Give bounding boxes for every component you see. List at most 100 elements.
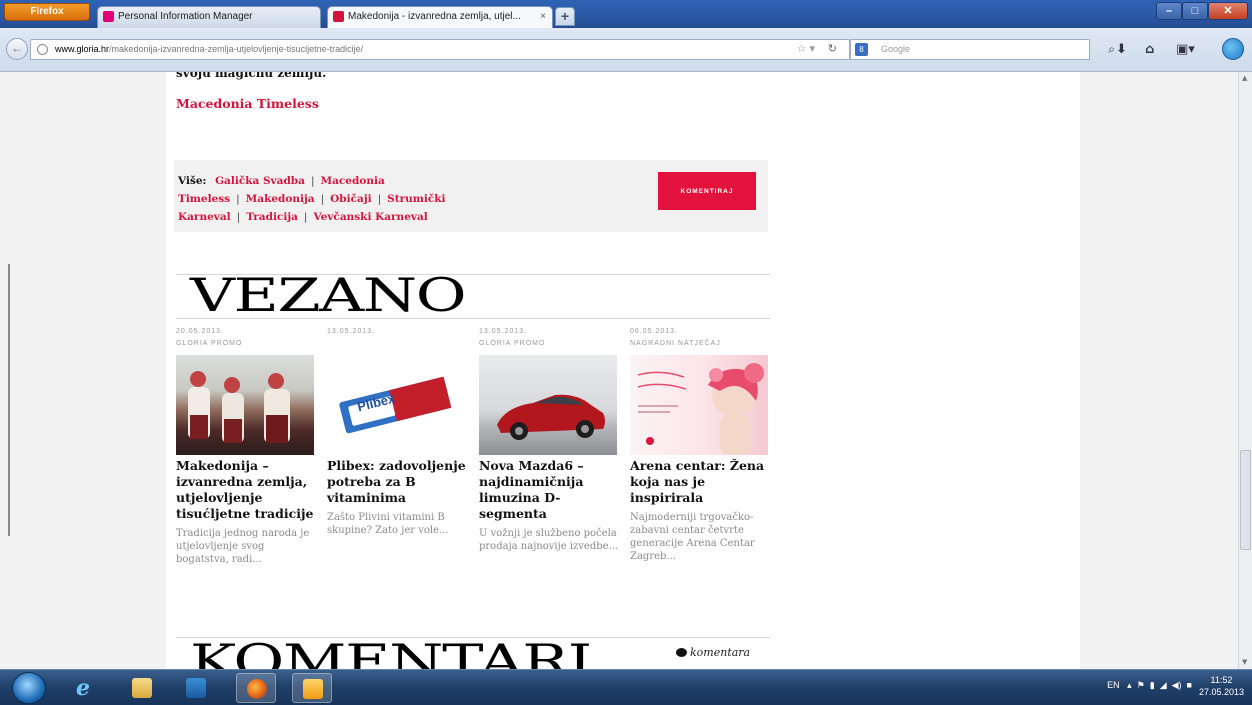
comment-button[interactable]: KOMENTIRAJ: [658, 172, 756, 210]
card-date: 13.05.2013.: [327, 328, 375, 335]
tags-list: Više: Galička Svadba | Macedonia Timeless |…: [178, 172, 498, 226]
tag-separator: |: [320, 193, 325, 205]
minimize-button[interactable]: –: [1156, 2, 1182, 20]
related-card[interactable]: 13.05.2013. Plibex Plibex: zadovoljenje …: [327, 328, 467, 537]
card-image-plibex[interactable]: Plibex: [327, 355, 465, 455]
taskbar-media-player[interactable]: [176, 673, 216, 703]
scroll-up-arrow-icon[interactable]: ▲: [1242, 74, 1247, 82]
card-description: Najmoderniji trgovačko-zabavni centar če…: [630, 512, 755, 562]
home-icon[interactable]: ⌂: [1145, 42, 1154, 57]
comments-count-link[interactable]: komentara: [676, 646, 750, 659]
downloads-icon[interactable]: ⬇: [1116, 42, 1127, 57]
scrollbar-thumb[interactable]: [1240, 450, 1251, 550]
tag-link[interactable]: Vevčanski Karneval: [313, 211, 427, 223]
search-placeholder: Google: [881, 44, 911, 54]
tab-makedonija[interactable]: Makedonija - izvanredna zemlja, utjel...…: [327, 6, 553, 28]
globe-icon: [37, 44, 48, 55]
comments-heading: KOMENTARI: [190, 634, 592, 669]
language-indicator[interactable]: EN: [1107, 680, 1120, 690]
internet-explorer-icon: e: [76, 675, 90, 701]
firefox-menu-button[interactable]: Firefox: [4, 3, 90, 21]
card-date: 13.05.2013.: [479, 328, 527, 335]
bookmarks-menu-icon[interactable]: ▣▾: [1176, 42, 1195, 57]
comments-count-label: komentara: [690, 646, 751, 659]
taskbar-firefox[interactable]: [236, 673, 276, 703]
page-viewport: svoju magičnu zemlju. Macedonia Timeless…: [0, 72, 1238, 669]
tag-separator: |: [236, 211, 241, 223]
card-category: [327, 340, 467, 353]
card-image-folk-dancers[interactable]: [176, 355, 314, 455]
related-card[interactable]: 06.05.2013. NAGRADNI NATJEČAJ Arena cent…: [630, 328, 770, 563]
card-title[interactable]: Plibex: zadovoljenje potreba za B vitami…: [327, 458, 467, 506]
close-tab-icon[interactable]: ×: [540, 7, 546, 27]
card-description: U vožnji je službeno počela prodaja najn…: [479, 528, 619, 552]
tag-separator: |: [377, 193, 382, 205]
start-button[interactable]: [12, 672, 46, 704]
search-bar[interactable]: 8 Google ⌕: [850, 39, 1115, 60]
tab-personal-information-manager[interactable]: Personal Information Manager: [97, 6, 321, 28]
window-controls: – □ ✕: [1156, 2, 1248, 20]
tags-label: Više:: [178, 175, 207, 187]
tab-label: Makedonija - izvanredna zemlja, utjel...: [348, 11, 521, 22]
gloria-icon: [333, 11, 344, 22]
clock-date: 27.05.2013: [1198, 687, 1244, 697]
card-title[interactable]: Nova Mazda6 – najdinamičnija limuzina D-…: [479, 458, 619, 522]
reload-icon[interactable]: ↻: [828, 40, 837, 59]
taskbar-internet-explorer[interactable]: e: [66, 673, 106, 703]
clock-time: 11:52: [1210, 675, 1233, 685]
t-mobile-icon: [103, 11, 114, 22]
scroll-down-arrow-icon[interactable]: ▼: [1242, 658, 1247, 666]
vertical-scrollbar[interactable]: ▲ ▼: [1238, 72, 1252, 669]
timeless-link[interactable]: Macedonia Timeless: [176, 96, 319, 111]
card-category: NAGRADNI NATJEČAJ: [630, 340, 721, 347]
outlook-icon: [303, 679, 323, 699]
tag-link[interactable]: Makedonija: [246, 193, 315, 205]
tag-separator: |: [303, 211, 308, 223]
clock[interactable]: 11:52 27.05.2013: [1199, 674, 1244, 698]
folk-dancers-illustration: [188, 371, 290, 443]
system-tray: EN ▴ ⚑ ▮ ◢ ◀) ■: [1107, 680, 1192, 691]
tag-link[interactable]: Običaji: [330, 193, 371, 205]
new-tab-button[interactable]: +: [555, 7, 575, 26]
search-engine-icon[interactable]: 8: [855, 43, 868, 56]
tag-link[interactable]: Galička Svadba: [215, 175, 305, 187]
card-category: GLORIA PROMO: [479, 340, 546, 347]
firefox-icon: [247, 679, 267, 699]
taskbar-outlook[interactable]: [292, 673, 332, 703]
article-text: svoju magičnu zemlju.: [176, 72, 327, 80]
close-window-button[interactable]: ✕: [1208, 2, 1248, 20]
card-date: 20.05.2013.: [176, 328, 224, 335]
red-car-illustration: [497, 394, 605, 440]
bookmark-star-icon[interactable]: ☆ ▾: [797, 40, 815, 59]
card-description: Tradicija jednog naroda je utjelovljenje…: [176, 528, 310, 565]
tag-separator: |: [236, 193, 240, 205]
card-description: Zašto Plivini vitamini B skupine? Zato j…: [327, 512, 449, 536]
card-title[interactable]: Arena centar: Žena koja nas je inspirira…: [630, 458, 770, 506]
divider: [176, 318, 770, 319]
browser-addon-icon[interactable]: [1222, 38, 1244, 60]
tab-label: Personal Information Manager: [118, 11, 253, 22]
related-heading: VEZANO: [190, 268, 467, 322]
tag-link[interactable]: Tradicija: [246, 211, 298, 223]
url-bar[interactable]: www.gloria.hr/makedonija-izvanredna-zeml…: [30, 39, 850, 60]
taskbar-explorer[interactable]: [122, 673, 162, 703]
back-button[interactable]: ←: [6, 38, 28, 60]
tray-icons[interactable]: ▴ ⚑ ▮ ◢ ◀) ■: [1122, 680, 1192, 690]
card-image-mazda6[interactable]: [479, 355, 617, 455]
windows-taskbar: e EN ▴ ⚑ ▮ ◢ ◀) ■ 11:52 27.05.2013: [0, 669, 1252, 705]
maximize-button[interactable]: □: [1182, 2, 1208, 20]
comment-bubble-icon: [676, 648, 687, 657]
navigation-bar: ← www.gloria.hr/makedonija-izvanredna-ze…: [0, 28, 1252, 72]
card-date: 06.05.2013.: [630, 328, 678, 335]
related-card[interactable]: 13.05.2013. GLORIA PROMO Nova Mazda6 – n…: [479, 328, 619, 553]
arena-ad-illustration: [637, 363, 764, 455]
folder-icon: [132, 678, 152, 698]
card-category: GLORIA PROMO: [176, 340, 243, 347]
article-page: svoju magičnu zemlju. Macedonia Timeless…: [166, 72, 1080, 669]
related-card[interactable]: 20.05.2013. GLORIA PROMO Makedonija – iz…: [176, 328, 316, 566]
card-title[interactable]: Makedonija – izvanredna zemlja, utjelovl…: [176, 458, 316, 522]
media-player-icon: [186, 678, 206, 698]
search-icon[interactable]: ⌕: [1108, 40, 1115, 59]
card-image-arena-centar[interactable]: [630, 355, 768, 455]
url-domain: www.gloria.hr: [55, 44, 110, 54]
